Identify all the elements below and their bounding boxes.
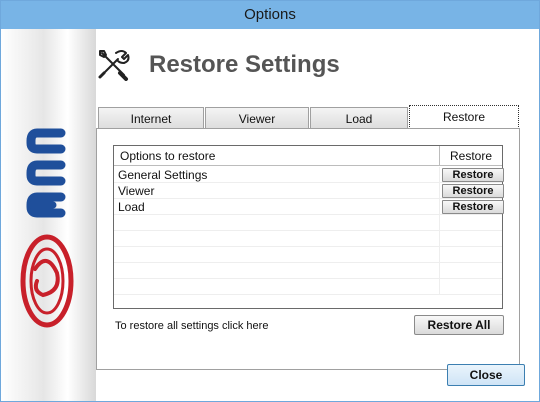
tools-icon xyxy=(98,50,130,81)
empty-row xyxy=(114,263,502,279)
window-content: Restore Settings Internet Viewer Load Re… xyxy=(1,29,539,401)
options-window: Options Restore Settings Internet Viewer… xyxy=(0,0,540,402)
row-label: Viewer xyxy=(118,184,155,198)
main-panel: Restore Settings Internet Viewer Load Re… xyxy=(96,29,539,401)
row-label: General Settings xyxy=(118,168,208,182)
cce-logo-icon xyxy=(26,128,66,218)
cce-swirl-icon xyxy=(20,234,74,328)
empty-row xyxy=(114,247,502,263)
table-header: Options to restore Restore xyxy=(114,146,502,166)
column-header-options: Options to restore xyxy=(120,149,216,163)
close-button[interactable]: Close xyxy=(447,364,525,386)
row-label: Load xyxy=(118,200,145,214)
table-body: General Settings Restore Viewer Restore xyxy=(114,167,504,295)
table-row: Viewer Restore xyxy=(114,183,504,199)
restore-tab-panel: Options to restore Restore General Setti… xyxy=(96,128,520,370)
empty-row xyxy=(114,279,502,295)
empty-row xyxy=(114,231,502,247)
table-row: Load Restore xyxy=(114,199,504,215)
restore-all-hint: To restore all settings click here xyxy=(115,320,269,332)
tab-restore[interactable]: Restore xyxy=(409,105,519,129)
tab-load[interactable]: Load xyxy=(310,107,408,129)
column-header-restore: Restore xyxy=(439,146,502,166)
brand-sidebar xyxy=(1,29,96,401)
restore-viewer-button[interactable]: Restore xyxy=(442,184,504,198)
restore-load-button[interactable]: Restore xyxy=(442,200,504,214)
tab-viewer[interactable]: Viewer xyxy=(205,107,309,129)
empty-row xyxy=(114,215,502,231)
restore-general-settings-button[interactable]: Restore xyxy=(442,168,504,182)
page-title: Restore Settings xyxy=(149,51,340,78)
tab-internet[interactable]: Internet xyxy=(98,107,204,129)
window-title: Options xyxy=(1,1,539,29)
restore-options-table: Options to restore Restore General Setti… xyxy=(113,145,504,309)
table-row: General Settings Restore xyxy=(114,167,504,183)
restore-all-button[interactable]: Restore All xyxy=(414,315,504,335)
tab-bar: Internet Viewer Load Restore xyxy=(96,105,520,129)
